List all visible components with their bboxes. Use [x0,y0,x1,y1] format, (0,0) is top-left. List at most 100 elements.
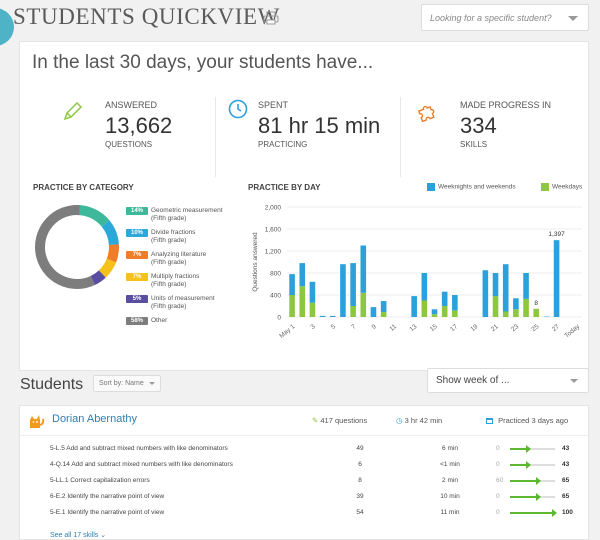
bar-weeknights-weekends [309,281,316,303]
y-tick-label: 1,200 [265,249,282,256]
answered-label: ANSWERED [105,100,158,110]
skill-time: 10 min [440,493,460,500]
spent-sub: PRACTICING [258,140,308,149]
calendar-icon [486,418,493,425]
donut-slice [35,205,95,289]
pencil-icon: ✎ [312,416,319,425]
y-axis-label: Questions answered [252,232,259,292]
legend-weekdays: Weekdays [541,183,582,191]
see-all-skills-label: See all 17 skills [50,532,99,539]
bar-weekdays [360,292,367,317]
skill-row[interactable]: 5-LL.1 Correct capitalization errors 8 2 m… [20,474,590,488]
category-label: Units of measurement (Fifth grade) [151,295,241,311]
bar-weekdays [523,298,529,317]
donut-slice [98,258,117,278]
category-title: PRACTICE BY CATEGORY [33,183,134,192]
category-label: Multiply fractions (Fifth grade) [151,273,241,289]
skill-row[interactable]: 4-Q.14 Add and subtract mixed numbers wi… [20,458,590,472]
skill-progress-bar [510,477,555,485]
bar-weeknights-weekends [452,295,458,311]
progress-label: MADE PROGRESS IN [460,100,552,110]
skill-progress-bar [510,445,555,453]
bar-weeknights-weekends [421,273,428,301]
y-tick-label: 800 [270,271,281,278]
bar-weeknights-weekends [299,263,306,287]
student-time: ◷ 3 hr 42 min [396,416,442,425]
category-name: Divide fractions [151,229,196,236]
student-search-placeholder: Looking for a specific student? [430,13,552,23]
y-tick-label: 1,600 [265,227,282,234]
bar-weeknights-weekends [431,309,438,315]
stat-divider [400,97,401,177]
print-icon[interactable] [263,11,279,30]
students-heading: Students [20,376,84,393]
student-card: Dorian Abernathy ✎ 417 questions ◷ 3 hr … [19,405,590,540]
bar-weeknights-weekends [350,263,356,306]
skill-row[interactable]: 5-E.1 Identify the narrative point of vi… [20,506,590,520]
practice-by-day-chart: 0 400 800 1,200 1,600 2,000 Questions answered… [252,205,582,340]
spent-value: 81 hr 15 min [258,113,381,138]
bar-weeknights-weekends [370,307,377,317]
answered-sub: QUESTIONS [105,140,153,149]
arrow-right-icon [552,509,557,517]
bar-weeknights-weekends [502,264,509,312]
bar-weekdays [533,308,540,317]
legend-label: Weeknights and weekends [438,183,516,191]
bar-weeknights-weekends [340,264,346,317]
week-select[interactable]: Show week of ... [427,368,589,393]
day-chart-title: PRACTICE BY DAY [248,183,321,192]
skill-name: 5-L.5 Add and subtract mixed numbers wit… [50,445,228,452]
x-tick-label: May 1 [278,323,296,340]
legend-weeknights: Weeknights and weekends [427,183,516,191]
see-all-skills-link[interactable]: See all 17 skills ⌄ [50,531,106,539]
data-label: 1,397 [548,231,565,238]
category-pct: 10% [126,229,148,237]
category-name: Analyzing literature [151,251,207,258]
student-name-link[interactable]: Dorian Abernathy [52,413,137,425]
chevron-down-icon [568,16,578,21]
student-practiced-value: Practiced 3 days ago [498,416,569,425]
category-label: Analyzing literature (Fifth grade) [151,251,241,267]
y-tick-label: 0 [277,315,281,322]
skill-questions: 54 [356,509,364,516]
donut-slice [76,205,110,227]
skill-questions: 39 [356,493,364,500]
stat-divider [215,97,216,177]
skill-progress-fill [510,480,540,482]
bar-weekdays [513,309,519,317]
skill-score-to: 43 [562,461,570,468]
skill-progress-fill [510,496,540,498]
sort-by-label: Sort by: Name [99,380,144,387]
cat-avatar-icon [27,412,45,435]
category-donut-chart [35,205,119,289]
skill-row[interactable]: 6-E.2 Identify the narrative point of vi… [20,490,590,504]
bar-weekdays [502,311,509,317]
bar-weeknights-weekends [380,301,387,313]
x-tick-label: 23 [510,323,520,333]
x-tick-label: 25 [530,323,540,333]
bar-weeknights-weekends [289,274,295,295]
student-search-select[interactable]: Looking for a specific student? [421,4,589,31]
category-name: Other [151,317,168,324]
x-tick-label: 5 [330,323,338,331]
arrow-right-icon [536,493,542,501]
category-grade: (Fifth grade) [151,215,187,222]
chevron-down-icon [148,381,155,385]
category-label: Other [151,317,241,325]
student-questions-value: 417 questions [320,416,368,425]
progress-value: 334 [460,113,497,138]
page-title: STUDENTS QUICKVIEW [13,4,280,29]
skill-name: 6-E.2 Identify the narrative point of vi… [50,493,165,500]
skill-score-from: 0 [496,509,500,516]
x-tick-label: 9 [370,323,378,331]
sort-by-select[interactable]: Sort by: Name [93,375,161,392]
donut-slice [106,244,119,263]
x-tick-label: 13 [408,323,418,333]
skill-time: <1 min [440,461,460,468]
y-tick-label: 400 [270,293,281,300]
bar-weeknights-weekends [329,315,336,317]
skill-score-to: 65 [562,493,570,500]
skill-row[interactable]: 5-L.5 Add and subtract mixed numbers wit… [20,442,590,456]
legend-swatch [541,183,549,191]
category-grade: (Fifth grade) [151,259,187,266]
